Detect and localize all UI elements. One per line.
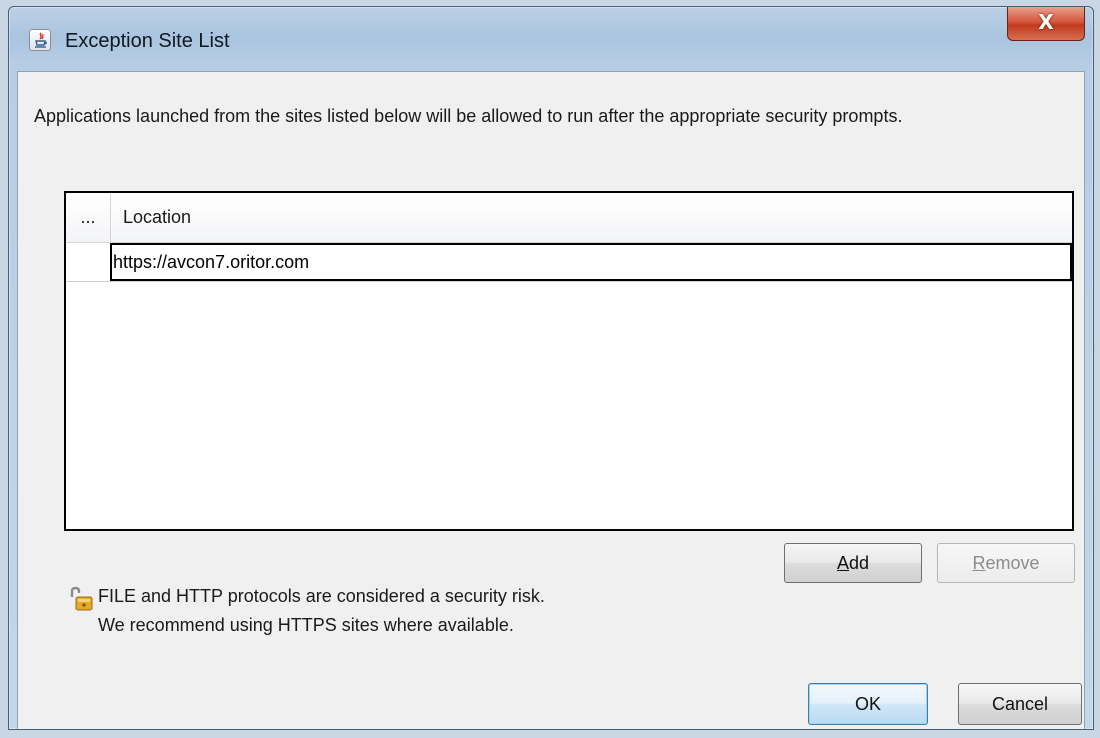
security-warning: FILE and HTTP protocols are considered a…: [98, 582, 798, 640]
row-selector-cell[interactable]: [66, 243, 111, 281]
close-button[interactable]: X: [1007, 7, 1085, 41]
column-header-location[interactable]: Location: [111, 193, 1072, 242]
site-list-table[interactable]: ... Location https://avcon7.oritor.com: [64, 191, 1074, 531]
table-row[interactable]: https://avcon7.oritor.com: [66, 243, 1072, 282]
add-label-rest: dd: [848, 553, 870, 573]
column-header-select[interactable]: ...: [66, 193, 111, 242]
add-button[interactable]: Add: [784, 543, 922, 583]
description-text: Applications launched from the sites lis…: [34, 106, 903, 126]
java-icon: [29, 29, 51, 51]
exception-site-list-dialog: Exception Site List X Applications launc…: [8, 6, 1094, 730]
warning-line-1: FILE and HTTP protocols are considered a…: [98, 586, 545, 606]
ok-button[interactable]: OK: [808, 683, 928, 725]
table-header: ... Location: [66, 193, 1072, 243]
remove-label-rest: emove: [985, 553, 1040, 573]
remove-button[interactable]: Remove: [937, 543, 1075, 583]
dialog-content: Applications launched from the sites lis…: [17, 71, 1085, 729]
cancel-button[interactable]: Cancel: [958, 683, 1082, 725]
close-icon: X: [1038, 10, 1054, 34]
title-bar[interactable]: Exception Site List X: [9, 7, 1093, 71]
remove-mnemonic: R: [972, 553, 986, 573]
window-title: Exception Site List: [65, 30, 230, 52]
location-cell-editor[interactable]: https://avcon7.oritor.com: [110, 243, 1072, 281]
add-mnemonic: A: [836, 553, 849, 573]
warning-line-2: We recommend using HTTPS sites where ava…: [98, 615, 514, 635]
unlocked-padlock-icon: [70, 586, 93, 611]
